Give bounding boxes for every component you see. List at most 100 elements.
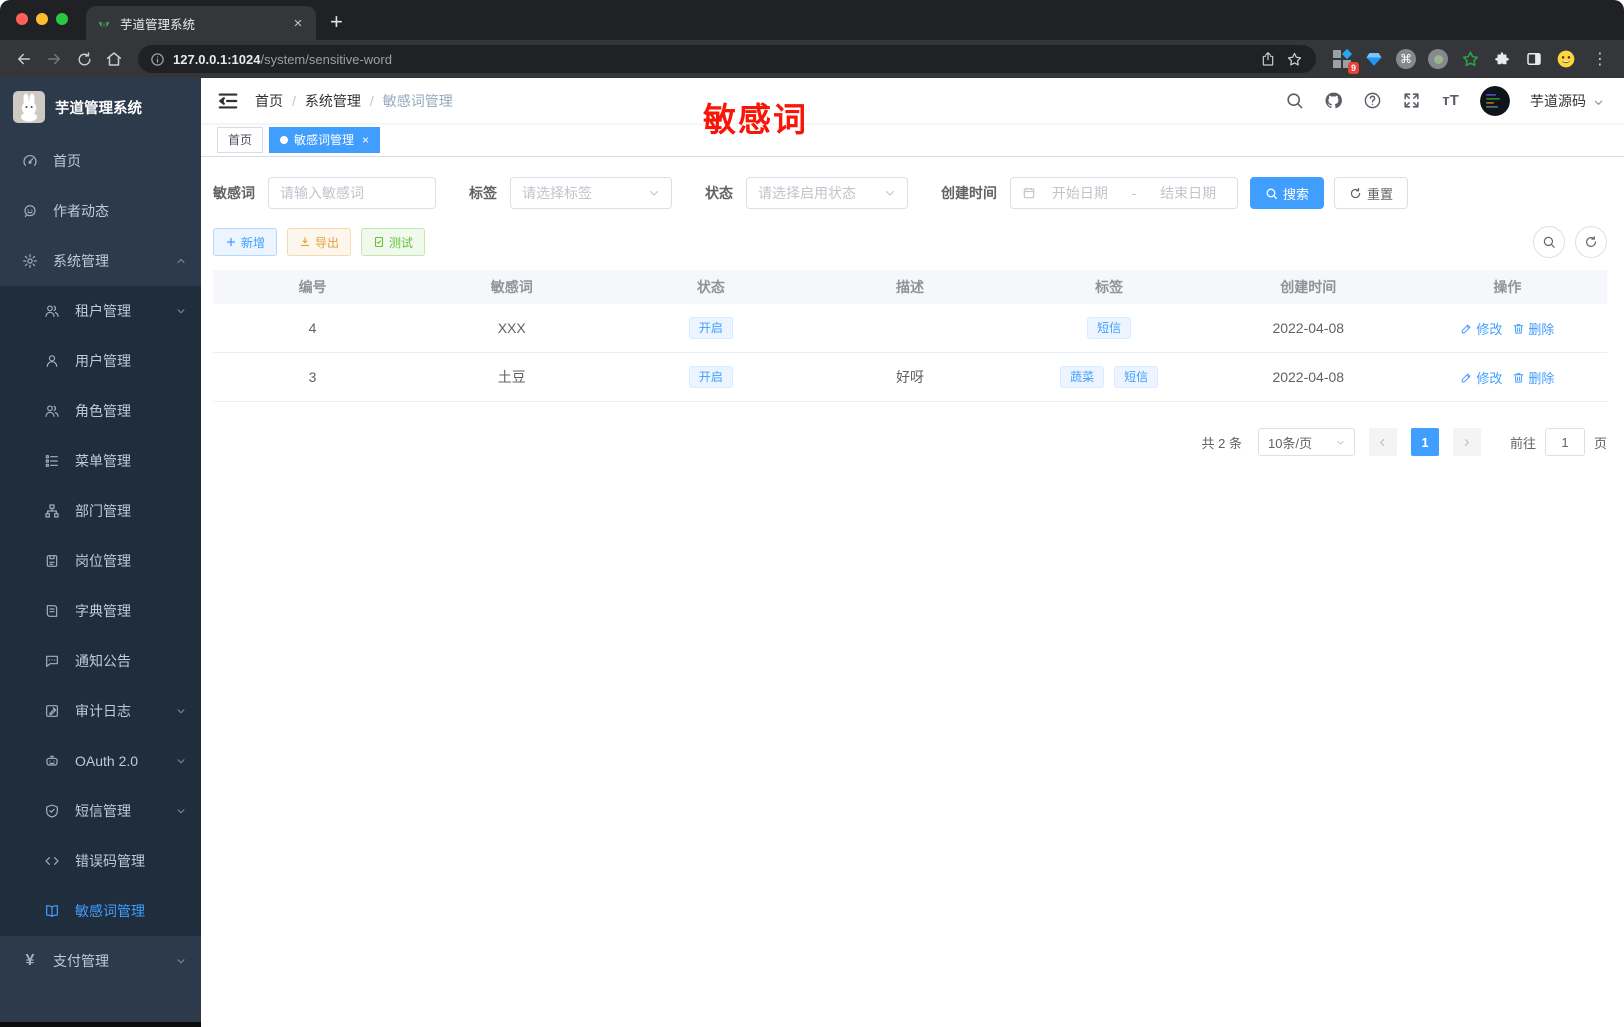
sidebar-item-支付管理[interactable]: ¥ 支付管理 [0,936,201,986]
zoom-window-button[interactable] [56,13,68,25]
sidebar-item-首页[interactable]: 首页 [0,136,201,186]
refresh-table-button[interactable] [1575,226,1607,258]
sidebar-item-label: OAuth 2.0 [75,753,139,769]
export-button[interactable]: 导出 [287,228,352,256]
date-range-picker[interactable]: 开始日期 - 结束日期 [1010,177,1238,209]
fullscreen-icon[interactable] [1402,91,1421,110]
sidebar-item-OAuth 2.0[interactable]: OAuth 2.0 [0,736,201,786]
profile-avatar[interactable] [1556,49,1576,69]
sidebar-item-字典管理[interactable]: 字典管理 [0,586,201,636]
view-tab-敏感词管理[interactable]: 敏感词管理 × [269,126,381,153]
chevron-down-icon [175,305,187,317]
sidebar-item-label: 错误码管理 [75,853,145,869]
toggle-search-button[interactable] [1533,226,1565,258]
date-end-placeholder: 结束日期 [1160,185,1217,201]
reload-icon[interactable] [70,45,98,73]
date-start-placeholder: 开始日期 [1051,185,1108,201]
breadcrumb-item[interactable]: 首页 [255,91,283,111]
sidebar-item-租户管理[interactable]: 租户管理 [0,286,201,336]
sidebar-item-错误码管理[interactable]: 错误码管理 [0,836,201,886]
sidebar-item-菜单管理[interactable]: 菜单管理 [0,436,201,486]
extension-star-icon[interactable] [1460,49,1480,69]
status-select[interactable]: 请选择启用状态 [746,177,908,209]
collapse-sidebar-icon[interactable] [217,90,239,112]
goto-label: 前往 [1509,435,1536,451]
book-icon [44,603,60,619]
tag-select[interactable]: 请选择标签 [510,177,672,209]
table-row: 3 土豆 开启 好呀 蔬菜 短信 2022-04-08 修改 删除 [213,353,1607,402]
font-size-icon[interactable]: ᴛT [1441,91,1460,110]
share-icon[interactable] [1258,50,1277,69]
column-header-敏感词: 敏感词 [490,279,533,295]
sidebar-item-岗位管理[interactable]: 岗位管理 [0,536,201,586]
keyword-label: 敏感词 [213,185,255,201]
extension-gem-icon[interactable] [1364,49,1384,69]
next-page-button[interactable] [1452,428,1481,456]
url-bar[interactable]: 127.0.0.1:1024/system/sensitive-word [138,45,1316,73]
breadcrumb-item[interactable]: 系统管理 [305,91,361,111]
test-button[interactable]: 测试 [361,228,426,256]
sidebar-item-敏感词管理[interactable]: 敏感词管理 [0,886,201,936]
header-search-icon[interactable] [1285,91,1304,110]
back-icon[interactable] [10,45,38,73]
sidebar-item-作者动态[interactable]: 作者动态 [0,186,201,236]
add-button[interactable]: 新增 [213,228,278,256]
close-tab-icon[interactable]: × [362,133,369,147]
breadcrumb-separator: / [292,92,296,109]
edit-link[interactable]: 修改 [1460,368,1502,387]
minimize-window-button[interactable] [36,13,48,25]
sidebar-item-通知公告[interactable]: 通知公告 [0,636,201,686]
chevron-up-icon [175,255,187,267]
bookmark-star-icon[interactable] [1285,50,1304,69]
forward-icon[interactable] [40,45,68,73]
view-tab-首页[interactable]: 首页 [217,126,264,153]
page-number-button[interactable]: 1 [1410,428,1439,456]
sidebar-item-部门管理[interactable]: 部门管理 [0,486,201,536]
site-info-icon[interactable] [150,52,165,67]
home-icon[interactable] [100,45,128,73]
sidebar-item-系统管理[interactable]: 系统管理 [0,236,201,286]
cell-actions: 修改 删除 [1408,319,1607,338]
sidebar-item-角色管理[interactable]: 角色管理 [0,386,201,436]
column-header-标签: 标签 [1095,279,1124,295]
new-tab-button[interactable]: + [330,9,343,35]
tag-短信: 短信 [1087,317,1132,339]
cell-tags: 短信 [1010,317,1209,339]
extension-command-icon[interactable]: ⌘ [1396,49,1416,69]
extension-record-icon[interactable] [1428,49,1448,69]
search-button[interactable]: 搜索 [1250,177,1325,209]
column-header-描述: 描述 [895,279,924,295]
tag-label: 标签 [469,185,497,201]
extensions-puzzle-icon[interactable] [1492,49,1512,69]
keyword-input[interactable]: 请输入敏感词 [268,177,436,209]
tab-close-icon[interactable]: × [290,15,306,32]
sidebar-item-用户管理[interactable]: 用户管理 [0,336,201,386]
help-icon[interactable] [1363,91,1382,110]
page-size-select[interactable]: 10条/页 [1257,428,1355,456]
url-host: 127.0.0.1:1024 [173,51,261,67]
cell-word: 土豆 [497,369,526,385]
user-avatar[interactable] [1480,85,1510,116]
sidebar-menu: 首页 作者动态 系统管理 租户管理 用户管理 角色管理 菜单管理 部门管理岗位管理字典管理 通知… [0,136,201,1027]
user-icon [44,353,60,369]
side-panel-icon[interactable] [1524,49,1544,69]
sidebar-item-label: 岗位管理 [75,553,131,569]
close-window-button[interactable] [16,13,28,25]
chevron-down-icon [648,187,660,199]
sidebar-item-审计日志[interactable]: 审计日志 [0,686,201,736]
favicon-plant-icon [96,15,112,31]
breadcrumb-item: 敏感词管理 [382,92,453,109]
prev-page-button[interactable] [1368,428,1397,456]
browser-tab[interactable]: 芋道管理系统 × [86,6,316,40]
extension-grid-icon[interactable]: 9 [1332,48,1359,74]
goto-page-input[interactable]: 1 [1544,428,1585,456]
edit-link[interactable]: 修改 [1460,319,1502,338]
reset-button[interactable]: 重置 [1334,177,1409,209]
delete-link[interactable]: 删除 [1512,368,1554,387]
date-label: 创建时间 [941,185,997,201]
github-icon[interactable] [1324,91,1343,110]
sidebar-item-短信管理[interactable]: 短信管理 [0,786,201,836]
user-menu[interactable]: 芋道源码 [1530,91,1604,111]
browser-menu-icon[interactable]: ⋮ [1592,49,1608,69]
delete-link[interactable]: 删除 [1512,319,1554,338]
